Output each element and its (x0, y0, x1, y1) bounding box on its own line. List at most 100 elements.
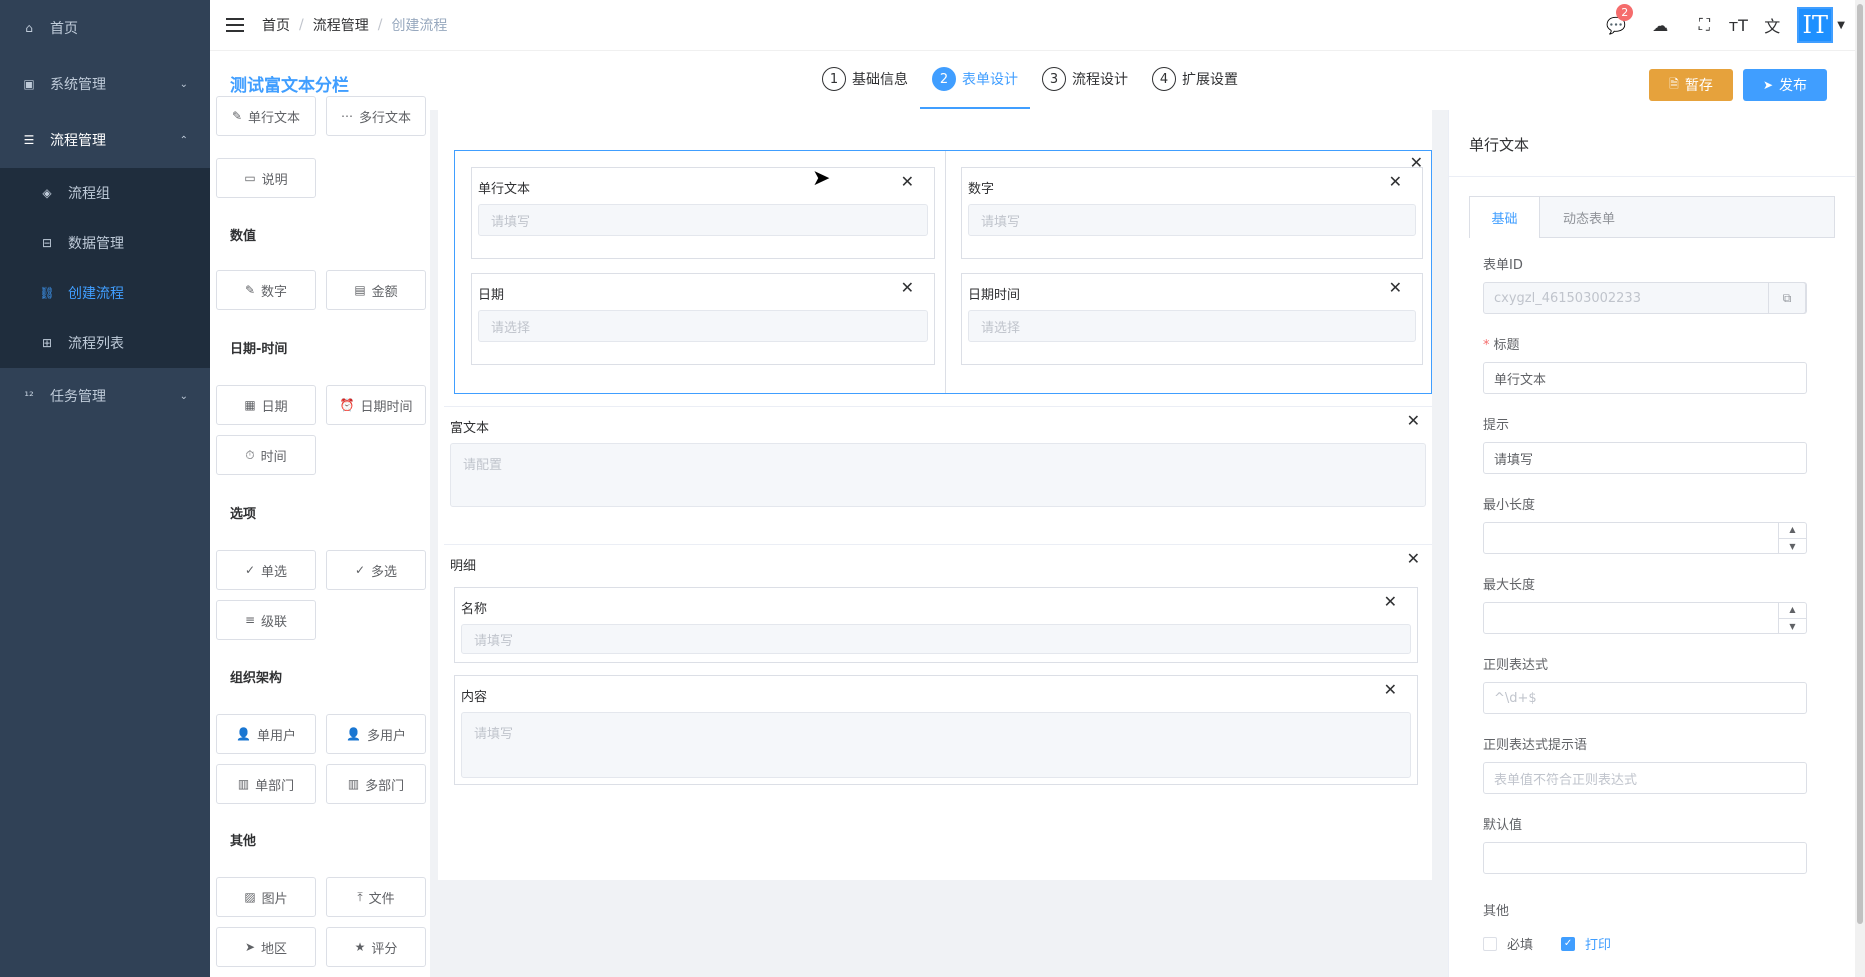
close-icon[interactable]: ✕ (901, 174, 914, 190)
chevron-up-icon[interactable]: ▲ (1779, 602, 1806, 619)
detail-field-content[interactable]: 内容 ✕ 请填写 (454, 675, 1418, 785)
chevron-down-icon[interactable]: ▼ (1779, 539, 1806, 555)
palette-amount[interactable]: ▤ 金额 (326, 270, 426, 310)
close-icon[interactable]: ✕ (1407, 551, 1420, 567)
sidebar-item-home[interactable]: ⌂ 首页 (0, 0, 210, 56)
sidebar-item-process[interactable]: ☰ 流程管理 ⌃ (0, 112, 210, 168)
stepper-controls[interactable]: ▲ ▼ (1778, 602, 1806, 634)
sidebar-item-process-list[interactable]: ⊞ 流程列表 (0, 318, 210, 368)
hamburger-icon[interactable] (226, 18, 244, 32)
field-single-text[interactable]: 单行文本 ✕ 请填写 (471, 167, 935, 259)
print-checkbox[interactable]: ✓ (1561, 936, 1576, 951)
field-input: 请选择 (478, 310, 928, 342)
palette-region[interactable]: ➤ 地区 (216, 927, 316, 967)
column-layout-selected[interactable]: ✕ 单行文本 ✕ 请填写 数字 ✕ 请填写 日期 ✕ 请选择 日期时间 ✕ 请选… (454, 150, 1432, 394)
sidebar-item-process-group[interactable]: ◈ 流程组 (0, 168, 210, 218)
palette-multi-text[interactable]: ⋯ 多行文本 (326, 96, 426, 136)
cloud-download-icon[interactable]: ☁ (1643, 0, 1677, 50)
palette-time[interactable]: ⏱ 时间 (216, 435, 316, 475)
tab-basic[interactable]: 基础 (1470, 197, 1540, 238)
regex-field[interactable]: ^\d+$ (1483, 682, 1807, 714)
sidebar-item-create-process[interactable]: ⛓ 创建流程 (0, 268, 210, 318)
breadcrumb: 首页 / 流程管理 / 创建流程 (262, 15, 447, 35)
palette-description[interactable]: ▭ 说明 (216, 158, 316, 198)
field-label: 单行文本 (478, 182, 531, 197)
regex-hint-field[interactable]: 表单值不符合正则表达式 (1483, 762, 1807, 794)
close-icon[interactable]: ✕ (901, 280, 914, 296)
breadcrumb-home[interactable]: 首页 (262, 15, 290, 35)
field-rich-text[interactable]: 富文本 ✕ 请配置 (444, 406, 1432, 530)
submenu-process: ◈ 流程组 ⊟ 数据管理 ⛓ 创建流程 ⊞ 流程列表 (0, 168, 210, 368)
calendar-icon: ▦ (244, 398, 256, 412)
default-value-field[interactable] (1483, 842, 1807, 874)
palette-radio[interactable]: ✓ 单选 (216, 550, 316, 590)
field-detail[interactable]: 明细 ✕ 名称 ✕ 请填写 内容 ✕ 请填写 (444, 544, 1432, 822)
palette-datetime[interactable]: ⏰ 日期时间 (326, 385, 426, 425)
fullscreen-icon[interactable]: ⛶ (1687, 0, 1721, 50)
stepper-controls[interactable]: ▲ ▼ (1778, 522, 1806, 554)
sidebar-item-label: 流程管理 (50, 133, 106, 149)
palette-single-user[interactable]: 👤 单用户 (216, 714, 316, 754)
close-icon[interactable]: ✕ (1384, 682, 1397, 698)
sidebar-item-label: 任务管理 (50, 389, 106, 405)
chevron-up-icon[interactable]: ▲ (1779, 522, 1806, 539)
sidebar-item-system[interactable]: ▣ 系统管理 ⌄ (0, 56, 210, 112)
font-size-icon[interactable]: ᴛT (1721, 0, 1755, 50)
form-title[interactable]: 测试富文本分栏 (230, 71, 349, 96)
form-id-field: cxygzl_461503002233 ⧉ (1483, 282, 1807, 314)
palette-label: 多部门 (365, 778, 405, 794)
caret-down-icon[interactable]: ▼ (1837, 20, 1845, 31)
palette-single-dept[interactable]: ▥ 单部门 (216, 764, 316, 804)
copy-icon[interactable]: ⧉ (1768, 282, 1806, 314)
close-icon[interactable]: ✕ (1407, 413, 1420, 429)
step-number: 1 (822, 67, 846, 91)
step-extension-settings[interactable]: 4 扩展设置 (1140, 51, 1250, 107)
step-process-design[interactable]: 3 流程设计 (1030, 51, 1140, 107)
min-length-stepper[interactable]: ▲ ▼ (1483, 522, 1807, 554)
list-icon: ⊞ (41, 336, 53, 350)
palette-multi-user[interactable]: 👤 多用户 (326, 714, 426, 754)
hint-field[interactable]: 请填写 (1483, 442, 1807, 474)
close-icon[interactable]: ✕ (1384, 594, 1397, 610)
message-icon[interactable]: 💬 2 (1599, 0, 1634, 50)
sidebar-item-data-management[interactable]: ⊟ 数据管理 (0, 218, 210, 268)
chevron-down-icon[interactable]: ▼ (1779, 619, 1806, 635)
close-icon[interactable]: ✕ (1389, 174, 1402, 190)
breadcrumb-process[interactable]: 流程管理 (313, 15, 369, 35)
topbar: 首页 / 流程管理 / 创建流程 💬 2 ☁ ⛶ ᴛT 文 IT ▼ (210, 0, 1855, 50)
title-field[interactable]: 单行文本 (1483, 362, 1807, 394)
palette-checkbox[interactable]: ✓ 多选 (326, 550, 426, 590)
publish-button[interactable]: ➤ 发布 (1743, 69, 1827, 101)
palette-number[interactable]: ✎ 数字 (216, 270, 316, 310)
location-icon: ➤ (244, 940, 256, 954)
step-form-design[interactable]: 2 表单设计 (920, 51, 1030, 109)
task-icon: ¹² (24, 389, 34, 403)
field-date[interactable]: 日期 ✕ 请选择 (471, 273, 935, 365)
palette-file[interactable]: ⤒ 文件 (326, 877, 426, 917)
translate-icon[interactable]: 文 (1755, 0, 1789, 50)
max-length-stepper[interactable]: ▲ ▼ (1483, 602, 1807, 634)
user-icon: 👤 (236, 727, 251, 741)
field-number[interactable]: 数字 ✕ 请填写 (961, 167, 1423, 259)
palette-single-text[interactable]: ✎ 单行文本 (216, 96, 316, 136)
scrollbar-thumb[interactable] (1857, 4, 1863, 924)
regex-hint-label: 正则表达式提示语 (1483, 738, 1588, 753)
page-scrollbar[interactable] (1855, 0, 1865, 977)
print-checkbox-label[interactable]: 打印 (1585, 934, 1611, 953)
building-icon: ▥ (347, 777, 360, 791)
palette-cascade[interactable]: ≡ 级联 (216, 600, 316, 640)
save-draft-button[interactable]: 🗎 暂存 (1649, 69, 1733, 101)
step-basic-info[interactable]: 1 基础信息 (810, 51, 920, 107)
sidebar-item-task[interactable]: ¹² 任务管理 ⌄ (0, 368, 210, 424)
detail-field-name[interactable]: 名称 ✕ 请填写 (454, 587, 1418, 663)
avatar[interactable]: IT (1797, 7, 1834, 43)
required-checkbox-label[interactable]: 必填 (1507, 934, 1533, 953)
field-datetime[interactable]: 日期时间 ✕ 请选择 (961, 273, 1423, 365)
close-icon[interactable]: ✕ (1389, 280, 1402, 296)
palette-image[interactable]: ▨ 图片 (216, 877, 316, 917)
palette-rating[interactable]: ★ 评分 (326, 927, 426, 967)
palette-date[interactable]: ▦ 日期 (216, 385, 316, 425)
palette-multi-dept[interactable]: ▥ 多部门 (326, 764, 426, 804)
required-checkbox[interactable] (1483, 936, 1497, 951)
tab-dynamic-form[interactable]: 动态表单 (1540, 197, 1638, 238)
